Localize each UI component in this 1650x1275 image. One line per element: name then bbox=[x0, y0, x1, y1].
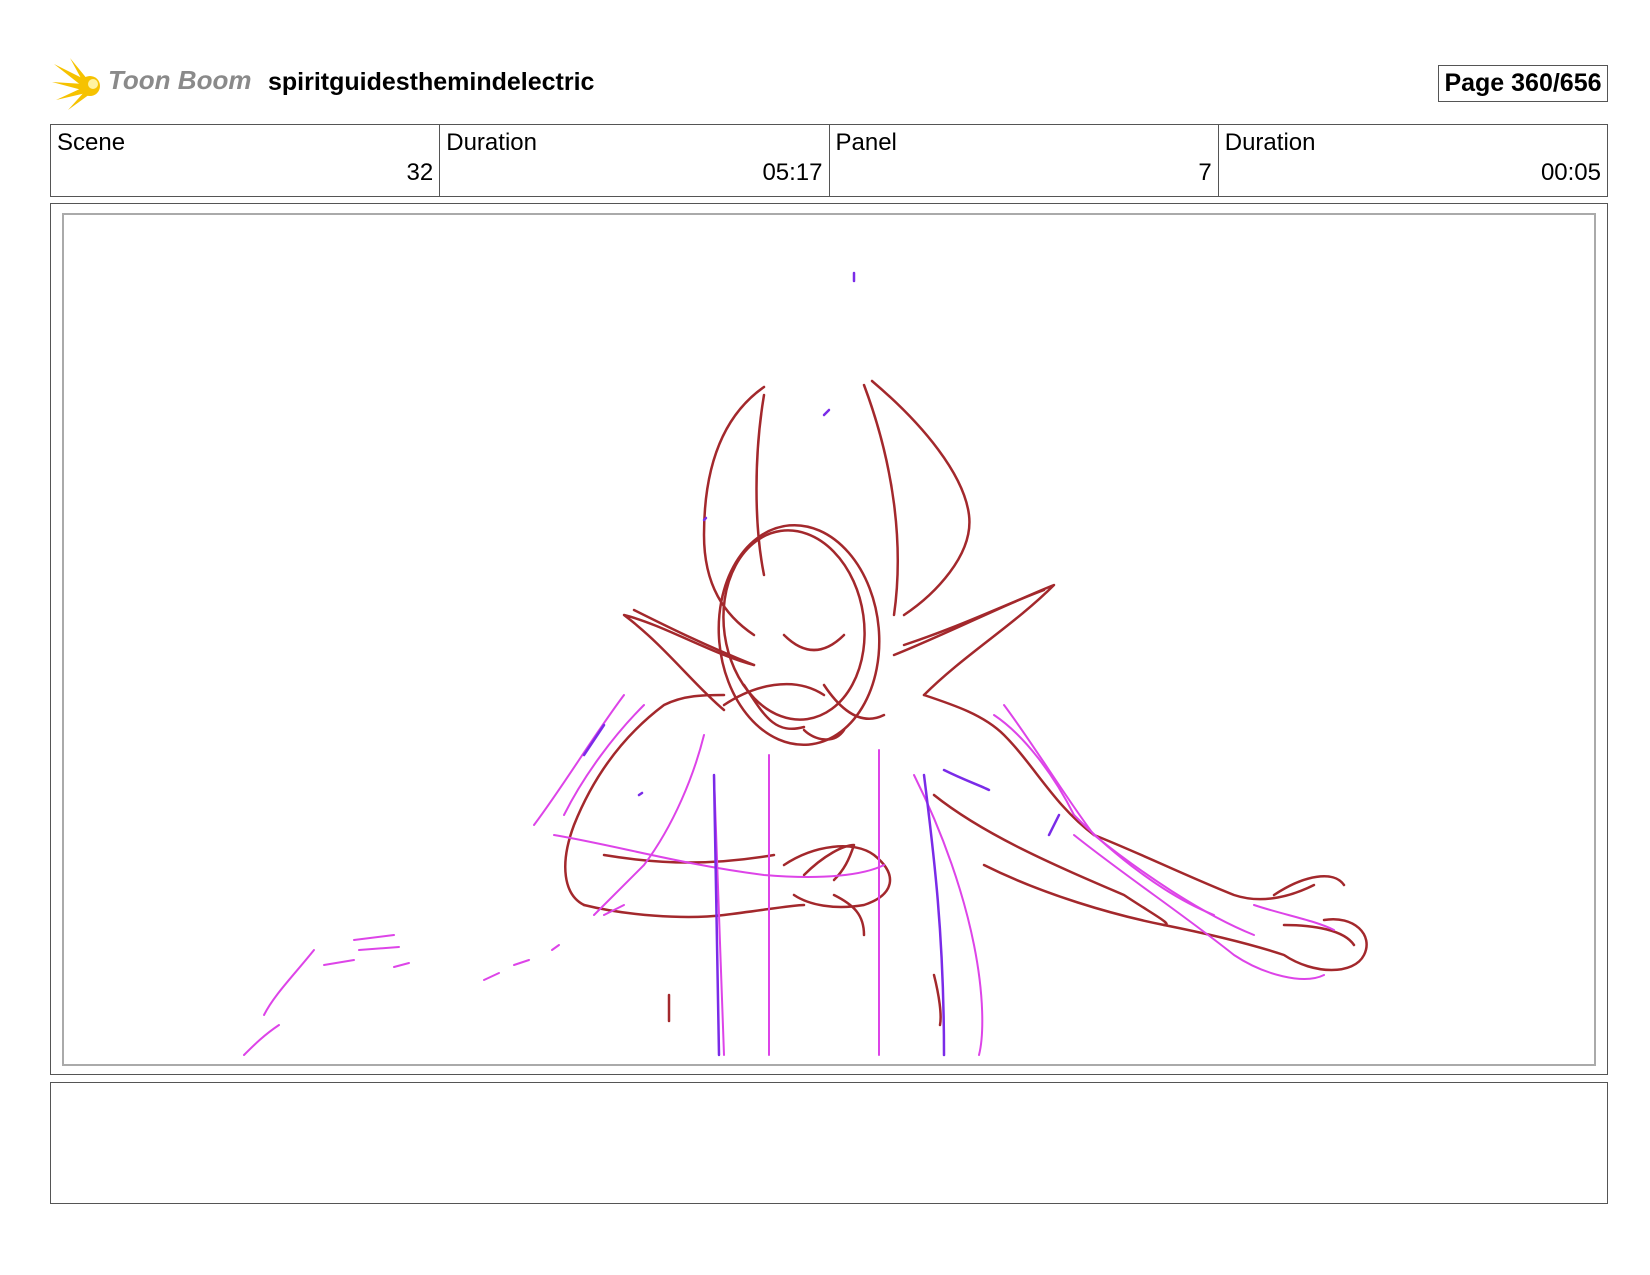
logo-text: Toon Boom bbox=[108, 65, 252, 95]
sketch-accent-lines bbox=[582, 271, 1061, 1057]
panel-cell: Panel 7 bbox=[830, 125, 1219, 196]
panel-notes bbox=[50, 1082, 1608, 1204]
panel-value: 7 bbox=[1198, 159, 1212, 186]
storyboard-panel-frame bbox=[50, 203, 1608, 1075]
panel-duration-value: 00:05 bbox=[1540, 159, 1601, 186]
page-number: Page 360/656 bbox=[1438, 65, 1608, 102]
scene-duration-cell: Duration 05:17 bbox=[440, 125, 830, 196]
sketch-head bbox=[564, 379, 1368, 1027]
scene-duration-label: Duration bbox=[446, 129, 537, 156]
scene-value: 32 bbox=[406, 159, 434, 186]
project-title: spiritguidesthemindelectric bbox=[268, 68, 595, 96]
character-sketch bbox=[243, 271, 1368, 1057]
scene-label: Scene bbox=[57, 129, 126, 156]
toon-boom-logo-icon bbox=[52, 58, 100, 110]
toon-boom-logo: Toon Boom bbox=[52, 56, 252, 112]
info-table: Scene 32 Duration 05:17 Panel 7 Duration… bbox=[50, 124, 1608, 197]
panel-label: Panel bbox=[835, 129, 897, 156]
sketch-construction-lines bbox=[243, 694, 1335, 1056]
scene-duration-value: 05:17 bbox=[762, 159, 823, 186]
panel-duration-cell: Duration 00:05 bbox=[1219, 125, 1607, 196]
scene-cell: Scene 32 bbox=[51, 125, 441, 196]
storyboard-panel-image bbox=[62, 213, 1596, 1066]
panel-duration-label: Duration bbox=[1224, 129, 1316, 156]
